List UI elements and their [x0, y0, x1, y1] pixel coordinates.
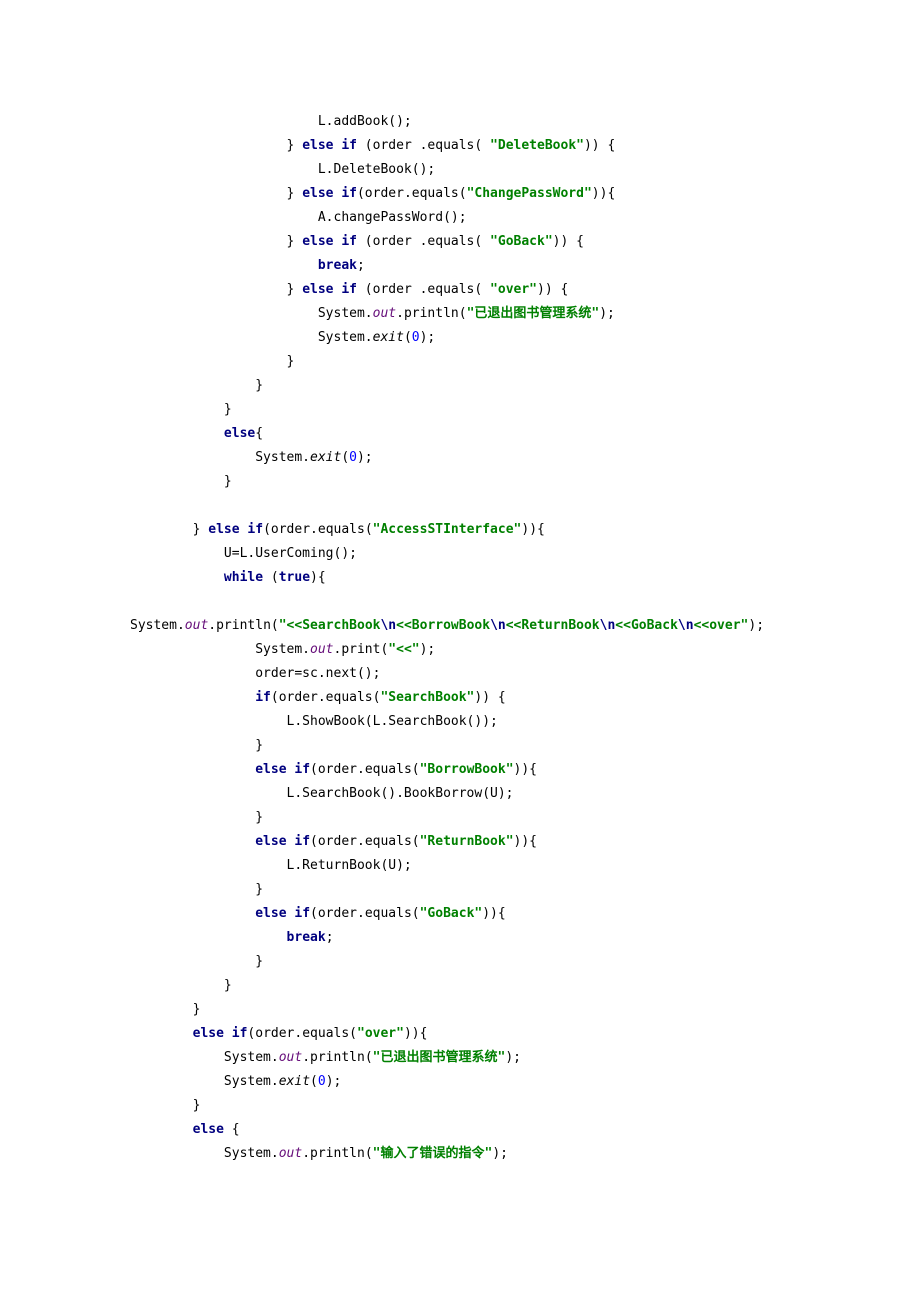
code-line: } else if(order.equals("AccessSTInterfac…	[130, 522, 545, 537]
code-line: L.ShowBook(L.SearchBook());	[130, 714, 498, 729]
code-line: } else if (order .equals( "GoBack")) {	[130, 234, 584, 249]
code-line: System.out.println("输入了错误的指令");	[130, 1146, 508, 1161]
code-line: }	[130, 354, 294, 369]
code-line: else if(order.equals("over")){	[130, 1026, 427, 1041]
code-line: }	[130, 738, 263, 753]
code-line: else {	[130, 1122, 240, 1137]
code-line: L.addBook();	[130, 114, 412, 129]
code-line: }	[130, 954, 263, 969]
code-line: else if(order.equals("BorrowBook")){	[130, 762, 537, 777]
code-line: }	[130, 882, 263, 897]
code-line: L.DeleteBook();	[130, 162, 435, 177]
code-line: else if(order.equals("GoBack")){	[130, 906, 506, 921]
code-line: while (true){	[130, 570, 326, 585]
code-line: A.changePassWord();	[130, 210, 467, 225]
code-line: } else if (order .equals( "DeleteBook"))…	[130, 138, 615, 153]
code-line: }	[130, 1002, 200, 1017]
code-line: order=sc.next();	[130, 666, 380, 681]
code-line: System.exit(0);	[130, 330, 435, 345]
code-line: } else if (order .equals( "over")) {	[130, 282, 568, 297]
code-line: L.ReturnBook(U);	[130, 858, 412, 873]
code-line: }	[130, 1098, 200, 1113]
code-line: }	[130, 378, 263, 393]
code-line: System.exit(0);	[130, 1074, 341, 1089]
code-line: System.exit(0);	[130, 450, 373, 465]
code-line: }	[130, 402, 232, 417]
code-page: L.addBook(); } else if (order .equals( "…	[0, 0, 920, 1276]
code-line: else if(order.equals("ReturnBook")){	[130, 834, 537, 849]
code-line: if(order.equals("SearchBook")) {	[130, 690, 506, 705]
code-line: L.SearchBook().BookBorrow(U);	[130, 786, 514, 801]
code-line: System.out.println("<<SearchBook\n<<Borr…	[130, 618, 764, 633]
code-line: System.out.println("已退出图书管理系统");	[130, 306, 615, 321]
code-line: System.out.print("<<");	[130, 642, 435, 657]
code-line: else{	[130, 426, 263, 441]
code-line: }	[130, 978, 232, 993]
code-line: break;	[130, 258, 365, 273]
code-line: U=L.UserComing();	[130, 546, 357, 561]
code-line: }	[130, 474, 232, 489]
code-line: } else if(order.equals("ChangePassWord")…	[130, 186, 615, 201]
code-line: System.out.println("已退出图书管理系统");	[130, 1050, 521, 1065]
code-line: break;	[130, 930, 334, 945]
code-line: }	[130, 810, 263, 825]
